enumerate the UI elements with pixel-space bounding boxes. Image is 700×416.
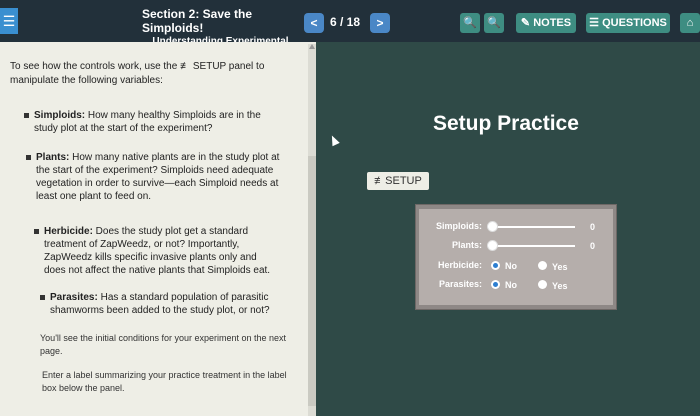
simploids-value: 0 [590, 222, 596, 232]
zoom-out-icon[interactable]: 🔍 [460, 13, 480, 33]
questions-button[interactable]: ☰ QUESTIONS [586, 13, 670, 33]
notes-button[interactable]: ✎ NOTES [516, 13, 576, 33]
list-icon: ☰ [589, 17, 599, 29]
setup-practice-title: Setup Practice [433, 112, 579, 135]
note-label-box: Enter a label summarizing your practice … [42, 370, 287, 393]
term: Plants: [36, 152, 70, 163]
home-icon[interactable]: ⌂ [680, 13, 700, 33]
description: How many native plants are in the study … [36, 152, 280, 202]
page-indicator: 6 / 18 [330, 15, 361, 29]
list-item-herbicide: Herbicide: Does the study plot get a sta… [34, 225, 280, 277]
plants-label: Plants: [451, 240, 482, 250]
parasites-yes-label: Yes [552, 281, 568, 291]
note-initial-conditions: You'll see the initial conditions for yo… [40, 333, 287, 356]
simploids-slider[interactable] [489, 226, 575, 228]
scroll-thumb[interactable] [308, 156, 316, 406]
bullet-icon [40, 295, 45, 300]
list-item-simploids: Simploids: How many healthy Simploids ar… [24, 109, 274, 135]
intro-text: To see how the controls work, use the ≢ … [10, 61, 265, 86]
herbicide-label: Herbicide: [437, 260, 482, 270]
herbicide-yes-radio[interactable] [538, 261, 547, 270]
parasites-no-radio[interactable] [491, 280, 500, 289]
scroll-up-icon[interactable] [309, 44, 315, 49]
setup-panel [415, 204, 617, 310]
top-bar: ☰ Section 2: Save the Simploids! Underst… [0, 0, 700, 61]
simploids-label: Simploids: [435, 221, 482, 231]
bullet-icon [34, 229, 39, 234]
questions-label: QUESTIONS [602, 17, 667, 29]
list-item-plants: Plants: How many native plants are in th… [26, 151, 280, 203]
bullet-icon [26, 155, 31, 160]
herbicide-no-radio[interactable] [491, 261, 500, 270]
bullet-icon [24, 113, 29, 118]
next-button[interactable]: > [370, 13, 390, 33]
herbicide-no-label: No [505, 261, 517, 271]
pencil-icon: ✎ [520, 17, 531, 29]
notes-label: NOTES [533, 17, 572, 29]
parasites-label: Parasites: [438, 279, 482, 289]
term: Simploids: [34, 110, 86, 121]
prev-button[interactable]: < [304, 13, 324, 33]
herbicide-yes-label: Yes [552, 262, 568, 272]
plants-slider-handle[interactable] [487, 240, 498, 251]
term: Herbicide: [44, 226, 93, 237]
plants-slider[interactable] [489, 245, 575, 247]
setup-button[interactable]: ≢SETUP [367, 172, 429, 190]
term: Parasites: [50, 292, 98, 303]
plants-value: 0 [590, 241, 596, 251]
menu-icon[interactable]: ☰ [0, 8, 18, 34]
parasites-yes-radio[interactable] [538, 280, 547, 289]
parasites-no-label: No [505, 280, 517, 290]
page-title: Section 2: Save the Simploids! [142, 7, 253, 35]
simploids-slider-handle[interactable] [487, 221, 498, 232]
zoom-in-icon[interactable]: 🔍 [484, 13, 504, 33]
list-item-parasites: Parasites: Has a standard population of … [40, 291, 280, 317]
